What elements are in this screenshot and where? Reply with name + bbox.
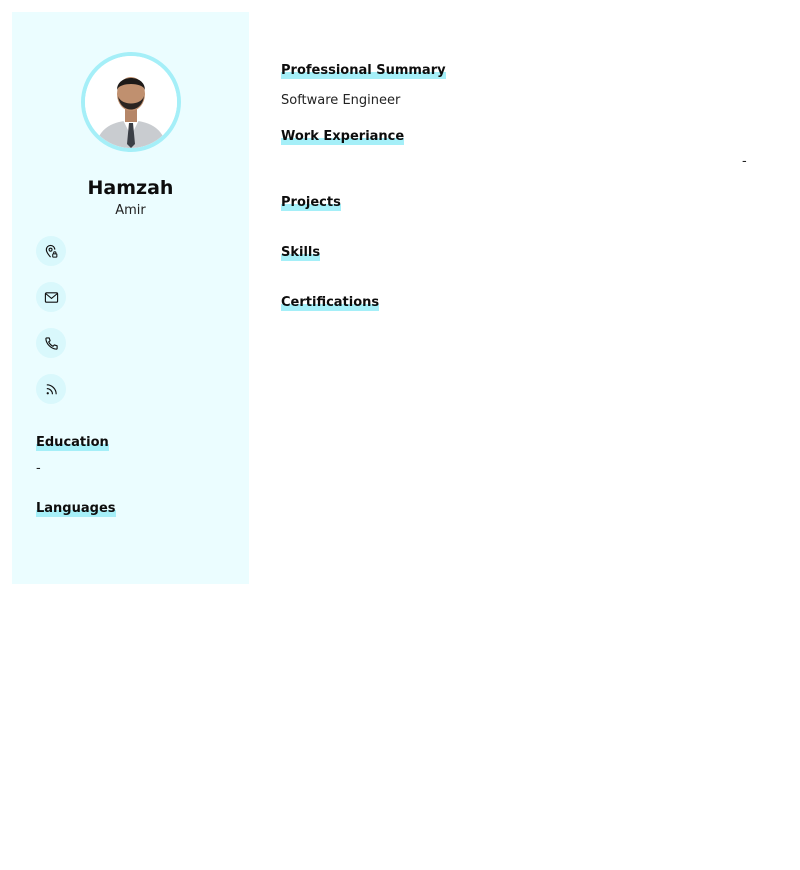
certifications-heading: Certifications (281, 295, 380, 311)
languages-heading: Languages (36, 501, 116, 517)
skills-heading: Skills (281, 245, 321, 261)
summary-heading: Professional Summary (281, 63, 446, 79)
avatar-image (85, 56, 177, 148)
email-contact-button[interactable] (36, 282, 66, 312)
location-contact-button[interactable] (36, 236, 66, 266)
profile-last-name: Amir (115, 203, 146, 218)
education-value: - (36, 461, 41, 476)
feed-contact-button[interactable] (36, 374, 66, 404)
profile-photo (81, 52, 181, 152)
work-heading: Work Experiance (281, 129, 405, 145)
phone-contact-button[interactable] (36, 328, 66, 358)
location-pin-icon (45, 244, 57, 258)
education-heading: Education (36, 435, 109, 451)
summary-text: Software Engineer (281, 93, 401, 108)
phone-icon (44, 336, 58, 350)
profile-first-name: Hamzah (87, 177, 174, 199)
sidebar: Hamzah Amir Education - Languages (12, 12, 249, 584)
work-date-dash: - (742, 154, 747, 169)
mail-icon (44, 291, 58, 303)
rss-icon (46, 383, 57, 394)
projects-heading: Projects (281, 195, 341, 211)
